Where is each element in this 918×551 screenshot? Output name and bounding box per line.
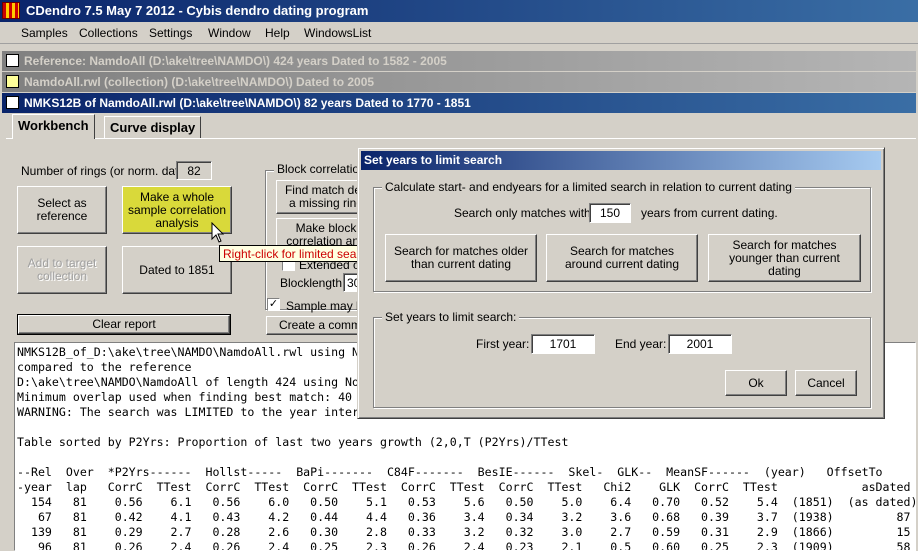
block-correlation-title: Block correlation bbox=[274, 162, 369, 176]
app-titlebar: CDendro 7.5 May 7 2012 - Cybis dendro da… bbox=[0, 0, 918, 22]
report-table-row: 154 81 0.56 6.1 0.56 6.0 0.50 5.1 0.53 5… bbox=[17, 495, 916, 509]
menu-bar: Samples Collections Settings Window Help… bbox=[0, 22, 918, 44]
mdi-window-title: NMKS12B of NamdoAll.rwl (D:\ake\tree\NAM… bbox=[24, 96, 471, 110]
limit-search-dialog: Set years to limit search Calculate star… bbox=[357, 147, 885, 419]
mdi-window-reference[interactable]: Reference: NamdoAll (D:\ake\tree\NAMDO\)… bbox=[2, 51, 916, 71]
report-line bbox=[17, 420, 915, 435]
dialog-title: Set years to limit search bbox=[361, 151, 881, 170]
app-title: CDendro 7.5 May 7 2012 - Cybis dendro da… bbox=[26, 3, 369, 18]
app-icon bbox=[2, 2, 20, 19]
menu-settings[interactable]: Settings bbox=[149, 26, 192, 40]
search-within-input[interactable]: 150 bbox=[589, 203, 631, 223]
rings-label: Number of rings (or norm. data): bbox=[21, 164, 193, 178]
mdi-window-title: NamdoAll.rwl (collection) (D:\ake\tree\N… bbox=[24, 75, 375, 89]
search-around-button[interactable]: Search for matches around current dating bbox=[546, 234, 698, 282]
limited-search-tooltip: Right-click for limited search bbox=[219, 245, 378, 262]
relative-search-title: Calculate start- and endyears for a limi… bbox=[382, 180, 795, 194]
report-table-row: 139 81 0.29 2.7 0.28 2.6 0.30 2.8 0.33 3… bbox=[17, 525, 911, 539]
search-within-label: Search only matches within bbox=[454, 206, 601, 220]
search-older-button[interactable]: Search for matches older than current da… bbox=[385, 234, 537, 282]
dated-to-button[interactable]: Dated to 1851 bbox=[122, 246, 232, 294]
report-table-row: 67 81 0.42 4.1 0.43 4.2 0.44 4.4 0.36 3.… bbox=[17, 510, 911, 524]
end-year-label: End year: bbox=[615, 337, 667, 351]
tab-workbench[interactable]: Workbench bbox=[12, 114, 95, 139]
first-year-label: First year: bbox=[476, 337, 530, 351]
tab-curve-display[interactable]: Curve display bbox=[104, 116, 202, 138]
years-from-label: years from current dating. bbox=[641, 206, 778, 220]
mdi-window-sample[interactable]: NMKS12B of NamdoAll.rwl (D:\ake\tree\NAM… bbox=[2, 93, 916, 113]
report-line bbox=[17, 450, 915, 465]
window-icon bbox=[6, 96, 19, 109]
blocklength-label: Blocklength: bbox=[280, 276, 346, 290]
end-year-input[interactable]: 2001 bbox=[668, 334, 732, 354]
report-line: Table sorted by P2Yrs: Proportion of las… bbox=[17, 435, 569, 449]
report-table-header: --Rel Over *P2Yrs------ Hollst----- BaPi… bbox=[17, 465, 883, 479]
limit-years-title: Set years to limit search: bbox=[382, 310, 520, 324]
report-table-row: 96 81 0.26 2.4 0.26 2.4 0.25 2.3 0.26 2.… bbox=[17, 540, 911, 551]
menu-samples[interactable]: Samples bbox=[21, 26, 68, 40]
menu-collections[interactable]: Collections bbox=[79, 26, 138, 40]
add-to-target-collection-button[interactable]: Add to target collection bbox=[17, 246, 107, 294]
window-icon bbox=[6, 75, 19, 88]
window-icon bbox=[6, 54, 19, 67]
rings-count-field: 82 bbox=[176, 161, 212, 180]
menu-help[interactable]: Help bbox=[265, 26, 290, 40]
menu-window[interactable]: Window bbox=[208, 26, 251, 40]
cancel-button[interactable]: Cancel bbox=[795, 370, 857, 396]
mdi-window-collection[interactable]: NamdoAll.rwl (collection) (D:\ake\tree\N… bbox=[2, 72, 916, 92]
report-table-header: -year lap CorrC TTest CorrC TTest CorrC … bbox=[17, 480, 911, 494]
first-year-input[interactable]: 1701 bbox=[531, 334, 595, 354]
mdi-window-title: Reference: NamdoAll (D:\ake\tree\NAMDO\)… bbox=[24, 54, 447, 68]
sample-may-be-checkbox[interactable]: ✓ bbox=[267, 298, 280, 311]
clear-report-button[interactable]: Clear report bbox=[17, 314, 231, 335]
ok-button[interactable]: Ok bbox=[725, 370, 787, 396]
mouse-pointer-icon bbox=[211, 222, 225, 243]
menu-windowslist[interactable]: WindowsList bbox=[304, 26, 371, 40]
select-reference-button[interactable]: Select as reference bbox=[17, 186, 107, 234]
search-younger-button[interactable]: Search for matches younger than current … bbox=[708, 234, 861, 282]
